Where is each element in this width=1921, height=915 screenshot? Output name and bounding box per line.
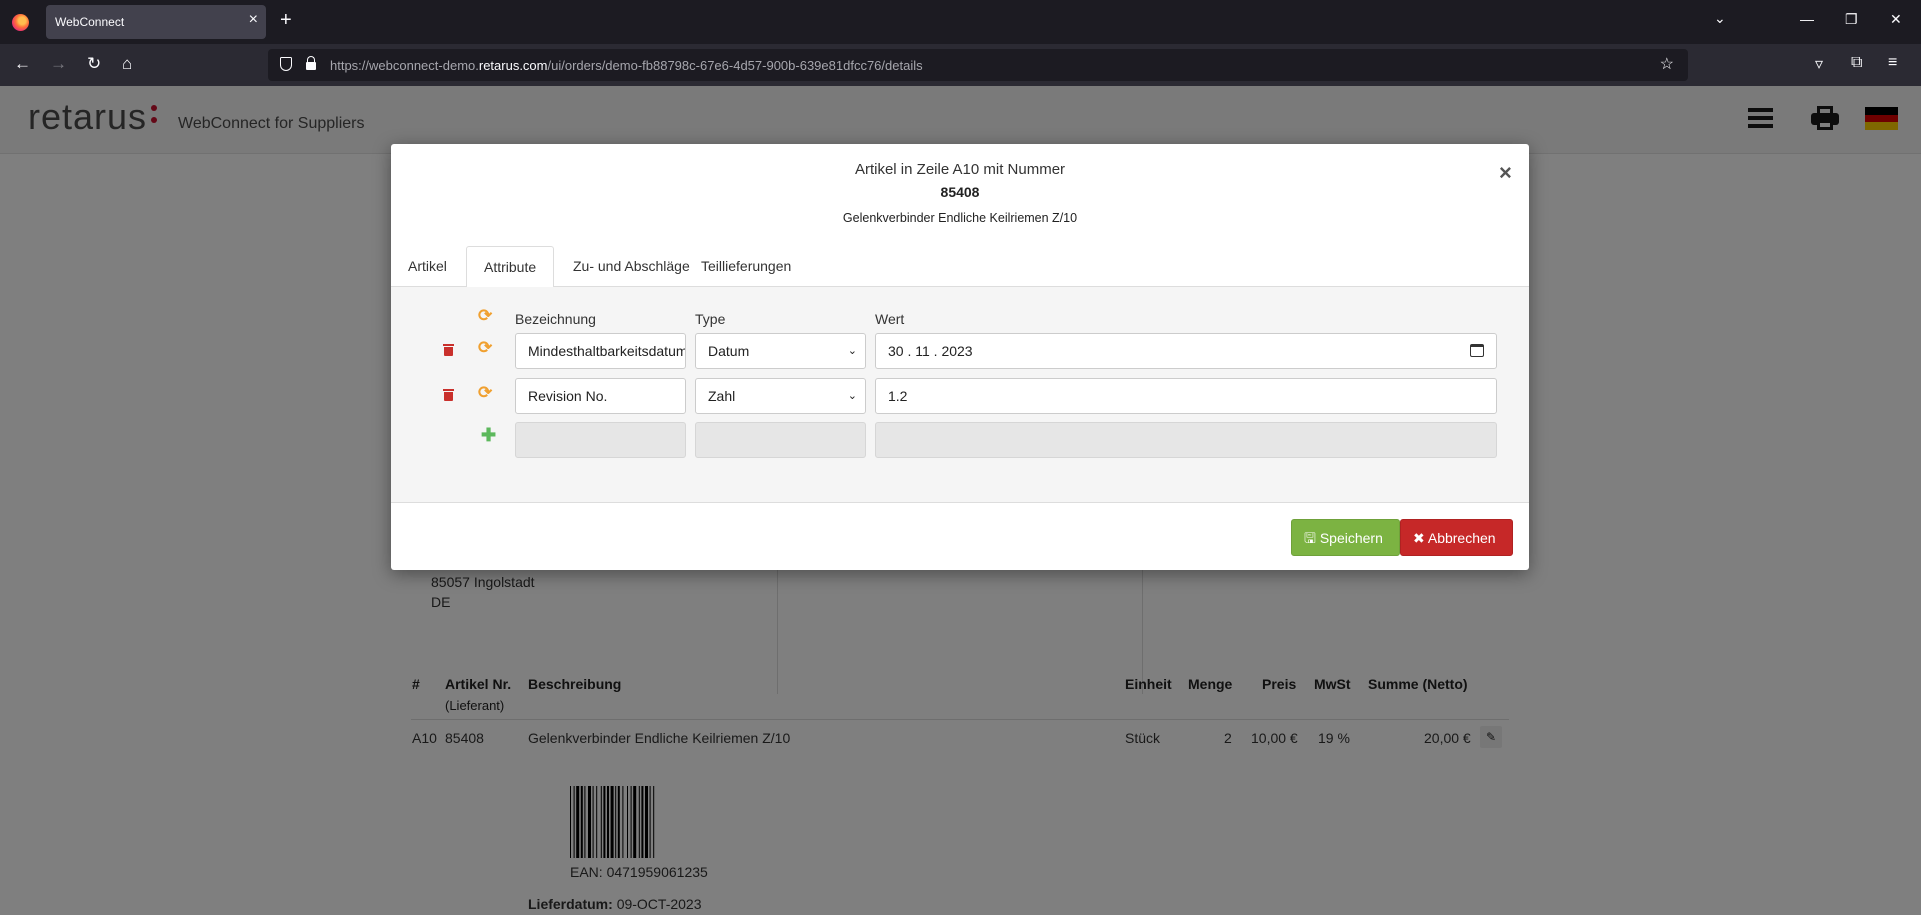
add-attribute-icon[interactable]: ✚ xyxy=(481,425,496,446)
browser-nav-bar: ← → ↻ ⌂ https://webconnect-demo.retarus.… xyxy=(0,44,1921,86)
header-bezeichnung: Bezeichnung xyxy=(515,311,596,327)
bookmark-star-icon[interactable]: ☆ xyxy=(1660,54,1674,74)
app-menu-icon[interactable]: ≡ xyxy=(1888,54,1897,72)
extensions-icon[interactable]: ⧉ xyxy=(1851,54,1862,72)
chevron-down-icon: ⌄ xyxy=(847,345,857,357)
refresh-all-icon[interactable]: ⟳ xyxy=(478,306,492,326)
restore-icon[interactable]: ❐ xyxy=(1845,11,1858,28)
attributes-panel: ⟳ Bezeichnung Type Wert ⟳ Mindesthaltbar… xyxy=(391,287,1529,503)
lock-icon[interactable] xyxy=(306,56,316,70)
window-close-icon[interactable]: ✕ xyxy=(1890,11,1902,28)
cancel-button[interactable]: ✖ Abbrechen xyxy=(1400,519,1513,556)
tab-title: WebConnect xyxy=(55,15,125,29)
attribute-1-value-date[interactable]: 30 . 11 . 2023 xyxy=(875,333,1497,369)
delete-row-2-icon[interactable] xyxy=(443,389,454,401)
minimize-icon[interactable]: — xyxy=(1800,11,1814,27)
tab-teillieferungen[interactable]: Teillieferungen xyxy=(684,246,808,287)
header-wert: Wert xyxy=(875,311,905,327)
browser-tab-bar: WebConnect × + ⌄ — ❐ ✕ xyxy=(0,0,1921,44)
tab-list-chevron-icon[interactable]: ⌄ xyxy=(1714,10,1726,27)
tracking-shield-icon[interactable] xyxy=(280,57,292,71)
chevron-down-icon: ⌄ xyxy=(847,390,857,402)
dialog-title: Artikel in Zeile A10 mit Nummer xyxy=(854,161,1066,178)
new-attribute-value-input xyxy=(875,422,1497,458)
dialog-article-description: Gelenkverbinder Endliche Keilriemen Z/10 xyxy=(842,211,1078,225)
firefox-logo-icon xyxy=(12,14,29,31)
tab-close-icon[interactable]: × xyxy=(249,11,258,29)
refresh-row-1-icon[interactable]: ⟳ xyxy=(478,338,492,358)
page: retarus WebConnect for Suppliers 85057 I… xyxy=(0,86,1921,915)
refresh-row-2-icon[interactable]: ⟳ xyxy=(478,383,492,403)
browser-tab[interactable]: WebConnect × xyxy=(46,5,266,39)
calendar-icon[interactable] xyxy=(1470,344,1484,357)
attribute-1-name-input[interactable]: Mindesthaltbarkeitsdatum xyxy=(515,333,686,369)
attribute-2-value-input[interactable]: 1.2 xyxy=(875,378,1497,414)
back-icon[interactable]: ← xyxy=(14,54,31,74)
url-text[interactable]: https://webconnect-demo.retarus.com/ui/o… xyxy=(330,58,923,73)
attribute-2-type-select[interactable]: Zahl ⌄ xyxy=(695,378,866,414)
header-type: Type xyxy=(695,311,726,327)
delete-row-1-icon[interactable] xyxy=(443,344,454,356)
reload-icon[interactable]: ↻ xyxy=(87,54,101,74)
home-icon[interactable]: ⌂ xyxy=(122,54,132,74)
attribute-dialog: Artikel in Zeile A10 mit Nummer 85408 Ge… xyxy=(391,144,1529,570)
dialog-article-number: 85408 xyxy=(940,184,980,200)
dialog-close-icon[interactable]: × xyxy=(1499,160,1512,186)
attribute-2-name-input[interactable]: Revision No. xyxy=(515,378,686,414)
new-attribute-name-input xyxy=(515,422,686,458)
tab-attribute[interactable]: Attribute xyxy=(466,246,555,288)
forward-icon[interactable]: → xyxy=(50,54,67,74)
dialog-tabs: Artikel Attribute Zu- und Abschläge Teil… xyxy=(391,246,1529,288)
new-tab-icon[interactable]: + xyxy=(280,9,292,32)
new-attribute-type-select xyxy=(695,422,866,458)
attribute-1-type-select[interactable]: Datum ⌄ xyxy=(695,333,866,369)
tab-artikel[interactable]: Artikel xyxy=(391,246,464,287)
pocket-icon[interactable]: ▿ xyxy=(1815,54,1823,74)
save-button[interactable]: 🖫 Speichern xyxy=(1291,519,1400,556)
dialog-footer: 🖫 Speichern ✖ Abbrechen xyxy=(391,504,1529,570)
url-bar[interactable]: https://webconnect-demo.retarus.com/ui/o… xyxy=(268,49,1688,81)
